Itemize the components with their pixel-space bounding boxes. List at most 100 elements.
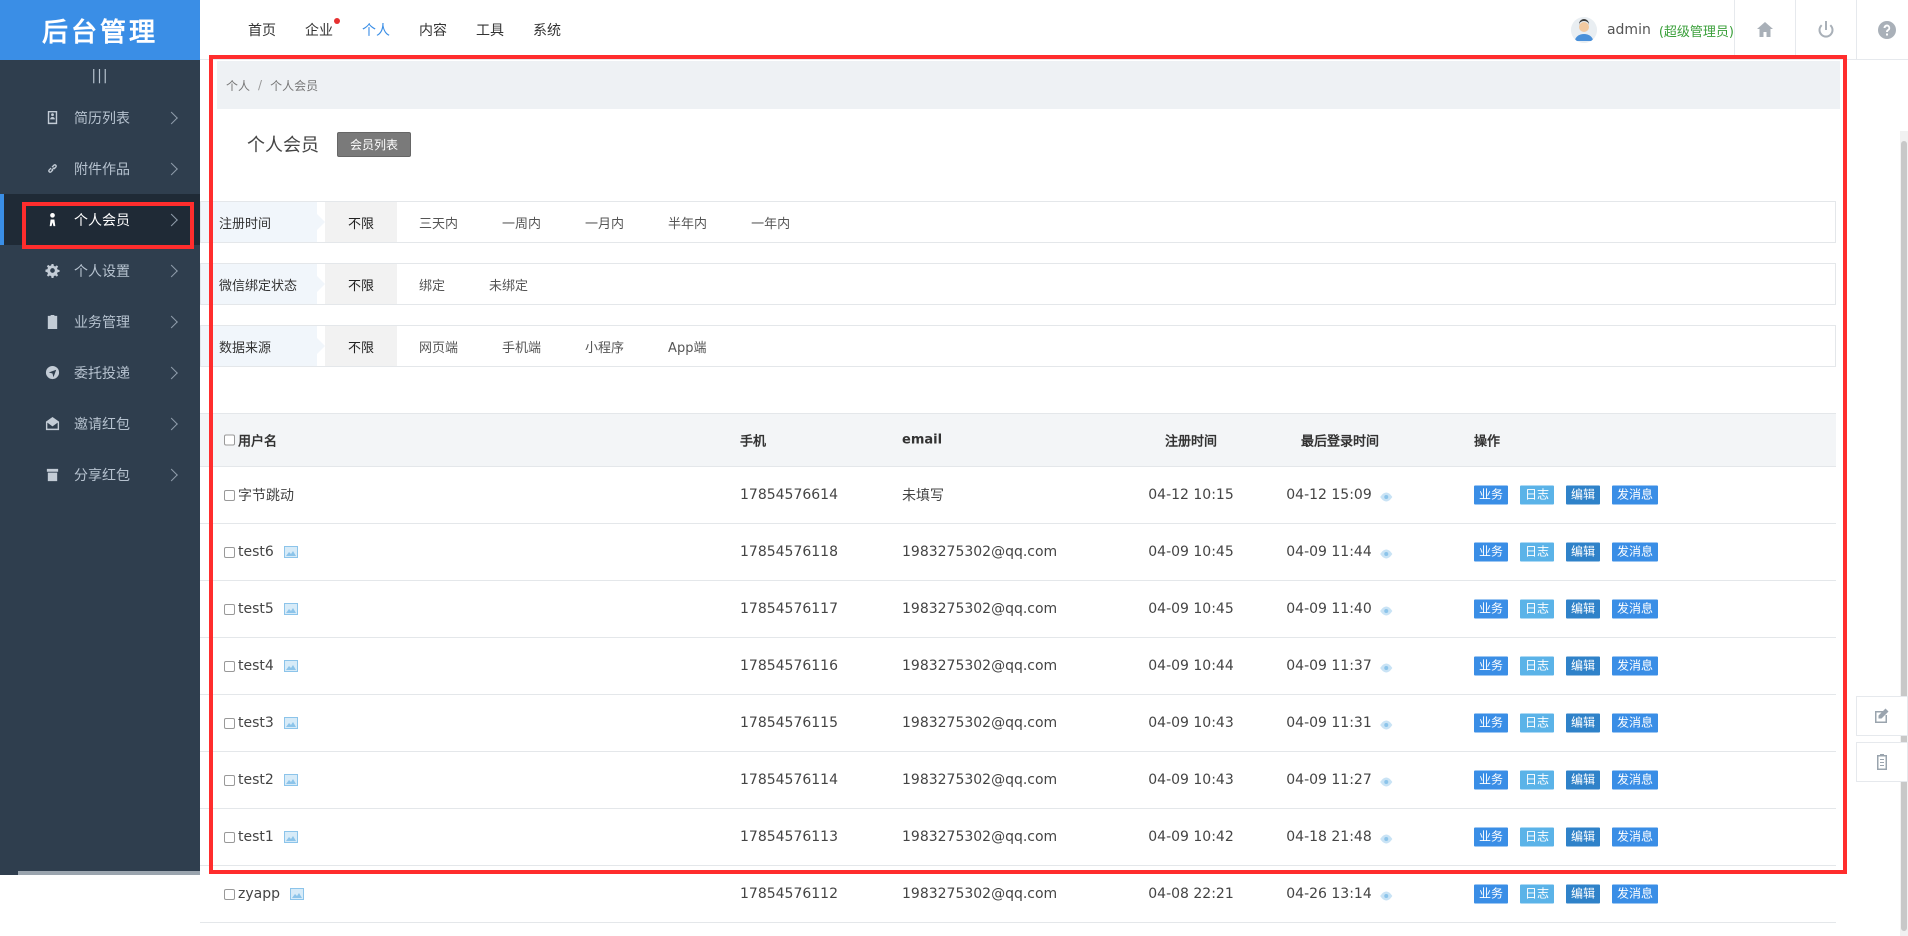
topnav-enterprise[interactable]: 企业	[305, 20, 333, 40]
image-icon[interactable]	[284, 774, 298, 786]
filter-option[interactable]: 三天内	[397, 202, 480, 242]
filter-option[interactable]: 未绑定	[467, 264, 550, 304]
send-message-button[interactable]: 发消息	[1612, 771, 1658, 790]
breadcrumb-parent[interactable]: 个人	[226, 77, 250, 94]
eye-icon[interactable]	[1380, 661, 1394, 671]
app-logo[interactable]: 后台管理	[0, 0, 200, 60]
log-button[interactable]: 日志	[1520, 600, 1554, 619]
topnav-home[interactable]: 首页	[248, 20, 276, 40]
filter-option[interactable]: 半年内	[646, 202, 729, 242]
send-message-button[interactable]: 发消息	[1612, 714, 1658, 733]
sidebar-collapse-toggle[interactable]: |||	[0, 60, 200, 92]
log-button[interactable]: 日志	[1520, 885, 1554, 904]
business-button[interactable]: 业务	[1474, 828, 1508, 847]
eye-icon[interactable]	[1380, 718, 1394, 728]
sidebar-item-share-redpacket[interactable]: 分享红包	[0, 449, 200, 500]
feedback-button[interactable]	[1856, 696, 1908, 736]
username[interactable]: test6	[238, 544, 274, 560]
edit-button[interactable]: 编辑	[1566, 885, 1600, 904]
filter-option[interactable]: 一年内	[729, 202, 812, 242]
eye-icon[interactable]	[1380, 604, 1394, 614]
home-button[interactable]	[1734, 0, 1795, 60]
filter-option[interactable]: 绑定	[397, 264, 467, 304]
send-message-button[interactable]: 发消息	[1612, 486, 1658, 505]
image-icon[interactable]	[284, 660, 298, 672]
filter-option[interactable]: 不限	[325, 326, 397, 366]
topnav-content[interactable]: 内容	[419, 20, 447, 40]
business-button[interactable]: 业务	[1474, 657, 1508, 676]
business-button[interactable]: 业务	[1474, 885, 1508, 904]
image-icon[interactable]	[284, 603, 298, 615]
sidebar-item-business[interactable]: 业务管理	[0, 296, 200, 347]
row-checkbox[interactable]	[224, 889, 235, 900]
filter-option[interactable]: 不限	[325, 202, 397, 242]
send-message-button[interactable]: 发消息	[1612, 600, 1658, 619]
filter-option[interactable]: 小程序	[563, 326, 646, 366]
log-button[interactable]: 日志	[1520, 486, 1554, 505]
logout-button[interactable]	[1795, 0, 1856, 60]
business-button[interactable]: 业务	[1474, 543, 1508, 562]
image-icon[interactable]	[290, 888, 304, 900]
topnav-tools[interactable]: 工具	[476, 20, 504, 40]
sidebar-item-personal-members[interactable]: 个人会员	[0, 194, 200, 245]
log-button[interactable]: 日志	[1520, 543, 1554, 562]
row-checkbox[interactable]	[224, 832, 235, 843]
eye-icon[interactable]	[1380, 547, 1394, 557]
row-checkbox[interactable]	[224, 547, 235, 558]
log-button[interactable]: 日志	[1520, 657, 1554, 676]
sidebar-item-personal-settings[interactable]: 个人设置	[0, 245, 200, 296]
row-checkbox[interactable]	[224, 604, 235, 615]
business-button[interactable]: 业务	[1474, 771, 1508, 790]
username[interactable]: zyapp	[238, 886, 280, 902]
eye-icon[interactable]	[1380, 889, 1394, 899]
eye-icon[interactable]	[1380, 832, 1394, 842]
eye-icon[interactable]	[1380, 775, 1394, 785]
edit-button[interactable]: 编辑	[1566, 771, 1600, 790]
filter-option[interactable]: 一周内	[480, 202, 563, 242]
username[interactable]: test2	[238, 772, 274, 788]
edit-button[interactable]: 编辑	[1566, 543, 1600, 562]
edit-button[interactable]: 编辑	[1566, 657, 1600, 676]
filter-option[interactable]: 网页端	[397, 326, 480, 366]
row-checkbox[interactable]	[224, 718, 235, 729]
row-checkbox[interactable]	[224, 775, 235, 786]
image-icon[interactable]	[284, 546, 298, 558]
topnav-system[interactable]: 系统	[533, 20, 561, 40]
username[interactable]: test4	[238, 658, 274, 674]
member-list-tab[interactable]: 会员列表	[337, 132, 411, 157]
sidebar-scrollbar[interactable]	[18, 871, 200, 875]
filter-option[interactable]: 一月内	[563, 202, 646, 242]
image-icon[interactable]	[284, 717, 298, 729]
image-icon[interactable]	[284, 831, 298, 843]
help-button[interactable]	[1856, 0, 1908, 60]
username[interactable]: 字节跳动	[238, 485, 294, 505]
topnav-personal[interactable]: 个人	[362, 20, 390, 40]
username[interactable]: test5	[238, 601, 274, 617]
select-all-checkbox[interactable]	[224, 435, 235, 446]
send-message-button[interactable]: 发消息	[1612, 543, 1658, 562]
scrollbar-thumb[interactable]	[1901, 141, 1907, 931]
edit-button[interactable]: 编辑	[1566, 714, 1600, 733]
filter-option[interactable]: 手机端	[480, 326, 563, 366]
send-message-button[interactable]: 发消息	[1612, 657, 1658, 676]
log-button[interactable]: 日志	[1520, 714, 1554, 733]
user-menu[interactable]: admin (超级管理员)	[1571, 0, 1734, 60]
send-message-button[interactable]: 发消息	[1612, 828, 1658, 847]
business-button[interactable]: 业务	[1474, 714, 1508, 733]
username[interactable]: test1	[238, 829, 274, 845]
sidebar-item-invite-redpacket[interactable]: 邀请红包	[0, 398, 200, 449]
username[interactable]: test3	[238, 715, 274, 731]
sidebar-item-resume-list[interactable]: 简历列表	[0, 92, 200, 143]
eye-icon[interactable]	[1380, 490, 1394, 500]
log-button[interactable]: 日志	[1520, 771, 1554, 790]
edit-button[interactable]: 编辑	[1566, 828, 1600, 847]
filter-option[interactable]: App端	[646, 326, 728, 366]
log-button[interactable]: 日志	[1520, 828, 1554, 847]
page-scrollbar[interactable]	[1900, 131, 1908, 936]
sidebar-item-delegate[interactable]: 委托投递	[0, 347, 200, 398]
send-message-button[interactable]: 发消息	[1612, 885, 1658, 904]
row-checkbox[interactable]	[224, 661, 235, 672]
edit-button[interactable]: 编辑	[1566, 600, 1600, 619]
edit-button[interactable]: 编辑	[1566, 486, 1600, 505]
filter-option[interactable]: 不限	[325, 264, 397, 304]
